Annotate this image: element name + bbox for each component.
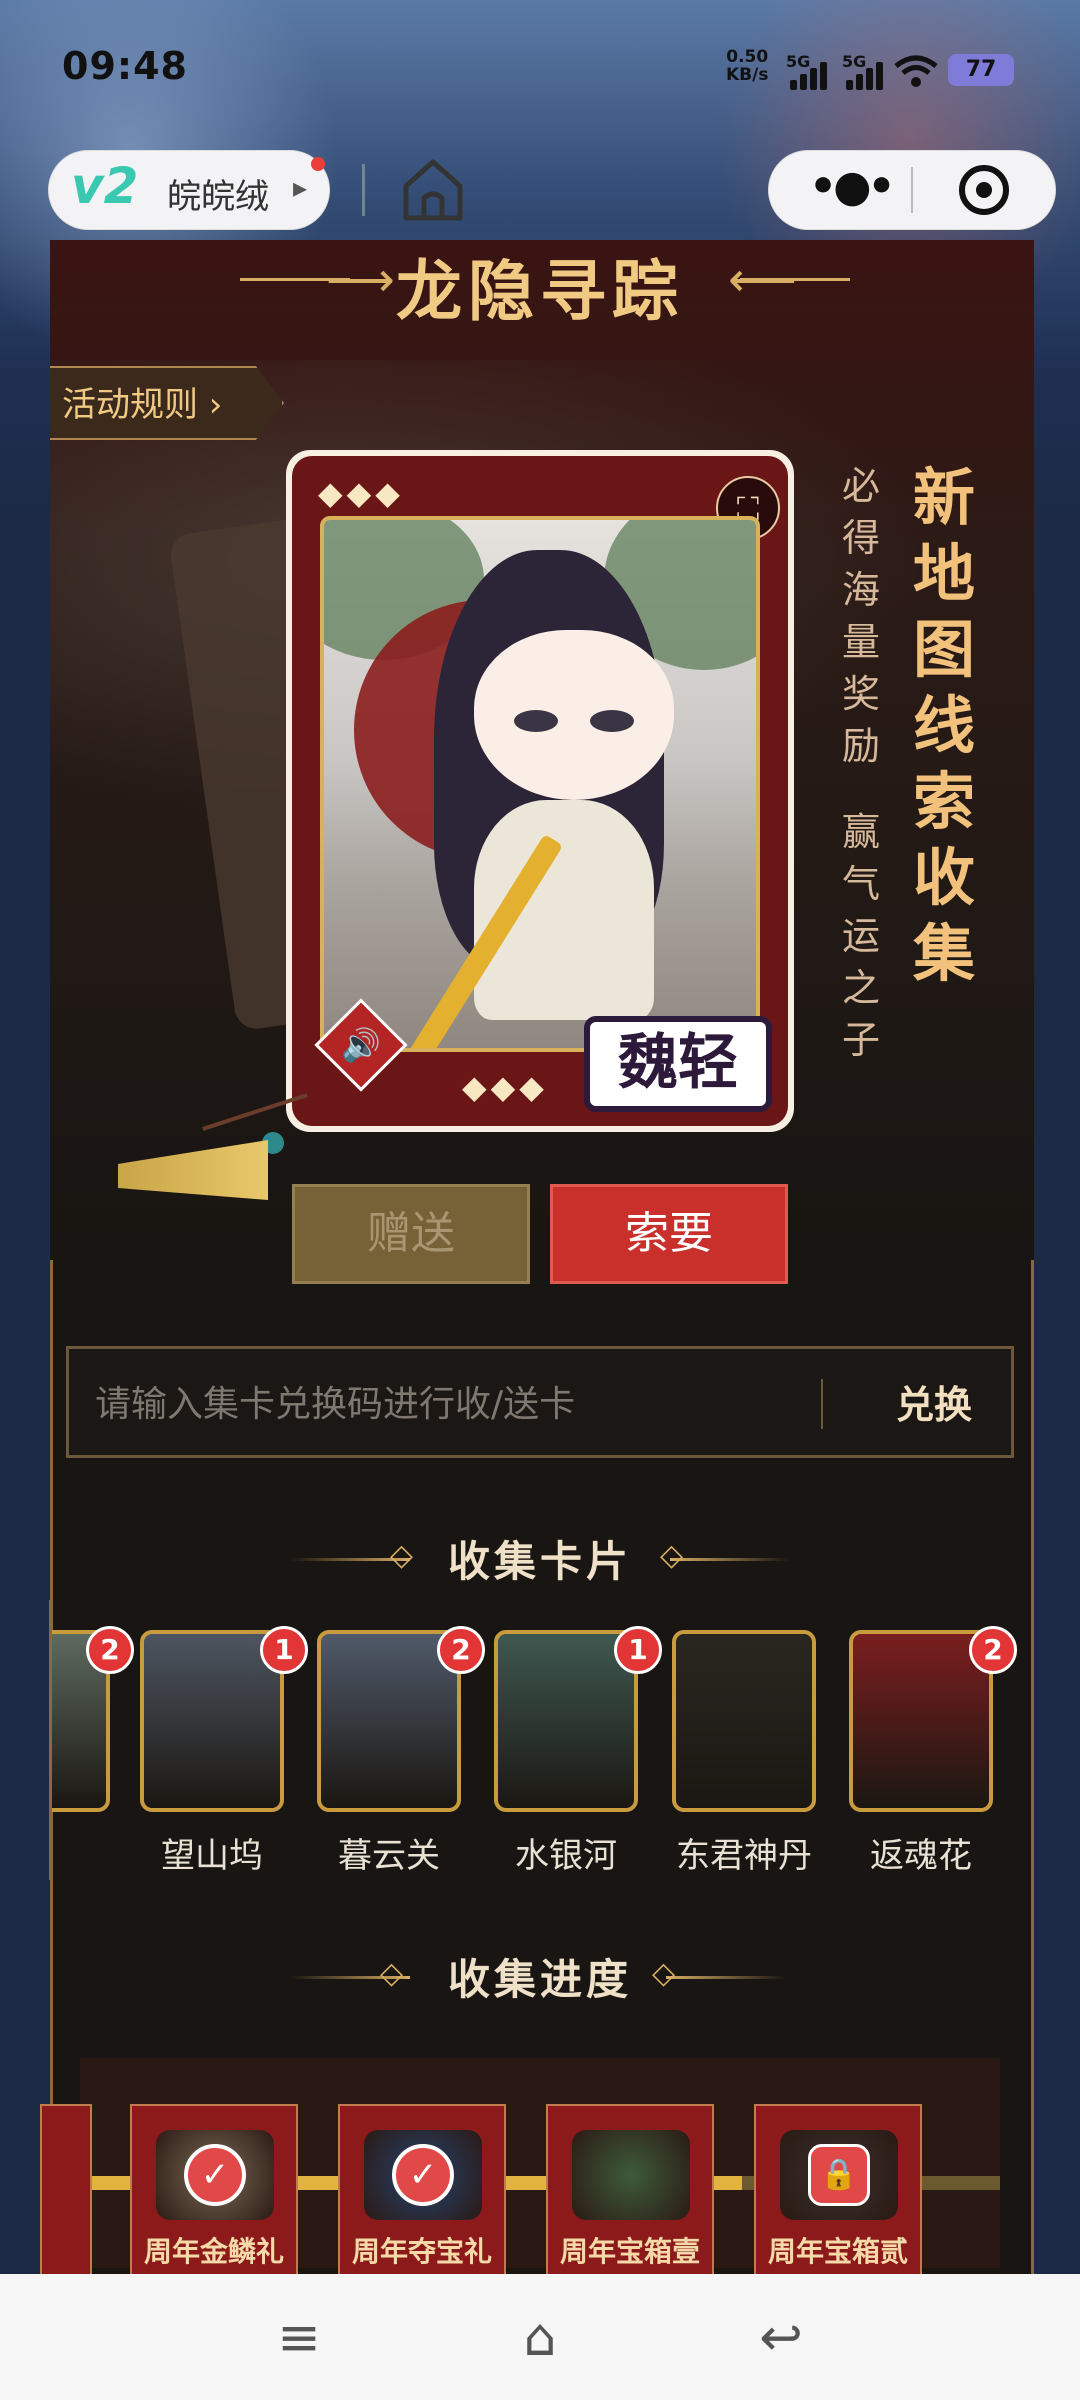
- signal-bars-2-icon: [846, 58, 892, 90]
- reward-label: 周年宝箱贰: [767, 2235, 908, 2268]
- rules-button-label: 活动规则: [62, 385, 198, 425]
- progress-section-title: 收集进度: [447, 1955, 632, 2004]
- notification-dot: [311, 157, 325, 171]
- section-line-right: [670, 1558, 790, 1561]
- panel-edge: [0, 1600, 52, 1880]
- signal-bars-1-icon: [790, 58, 836, 90]
- redeem-divider: [821, 1379, 823, 1429]
- card-diamonds-bottom: ◆◆◆: [462, 1068, 548, 1106]
- status-time: 09:48: [62, 44, 188, 88]
- reward-chest-icon: [572, 2130, 690, 2220]
- collect-card-4[interactable]: [672, 1630, 816, 1812]
- rules-button[interactable]: 活动规则 ›: [50, 366, 284, 440]
- collect-card-label: 东君神丹: [676, 1836, 812, 1876]
- card-count-badge: 2: [969, 1626, 1017, 1674]
- reward-0[interactable]: ✓ 周年金鳞礼: [130, 2104, 298, 2276]
- slogan-sub-1: 必得海量奖励: [841, 464, 880, 768]
- status-bar: 09:48 0.50 KB/s 5G 5G 77: [0, 0, 1080, 140]
- card-count-badge: 2: [437, 1626, 485, 1674]
- card-frame: ◆◆◆ ⛶ 🔊 魏轻 ◆◆◆: [292, 456, 788, 1126]
- card-illustration: [320, 516, 760, 1052]
- nav-divider: [362, 164, 365, 216]
- reward-3[interactable]: 🔒 周年宝箱贰: [754, 2104, 922, 2276]
- reward-label: 周年宝箱壹: [559, 2235, 700, 2268]
- collect-section-title: 收集卡片: [447, 1537, 632, 1586]
- app-logo: v2: [71, 157, 139, 215]
- claimed-check-icon: ✓: [392, 2144, 454, 2206]
- reward-2[interactable]: 周年宝箱壹: [546, 2104, 714, 2276]
- slogan-main: 新地图线索收集: [912, 461, 975, 990]
- back-icon[interactable]: ↩: [746, 2308, 816, 2368]
- home-nav-icon[interactable]: ⌂: [505, 2308, 575, 2368]
- reward-previous-partial: [40, 2104, 92, 2276]
- network-speed: 0.50 KB/s: [726, 47, 769, 85]
- wifi-icon: [894, 55, 938, 87]
- claimed-check-icon: ✓: [184, 2144, 246, 2206]
- card-count-badge: 2: [86, 1626, 134, 1674]
- app-switcher-pill[interactable]: v2 皖皖绒 ▸: [48, 150, 330, 230]
- page-title: 龙隐寻踪: [396, 252, 684, 330]
- reward-label: 周年夺宝礼: [351, 2235, 492, 2268]
- card-count-badge: 1: [614, 1626, 662, 1674]
- character-card[interactable]: ◆◆◆ ⛶ 🔊 魏轻 ◆◆◆: [286, 450, 794, 1132]
- home-icon[interactable]: [396, 152, 470, 226]
- target-close-icon[interactable]: [959, 165, 1009, 215]
- menu-icon[interactable]: ≡: [264, 2308, 334, 2368]
- redeem-box: 兑换: [66, 1346, 1014, 1458]
- capsule-menu: •●•: [768, 150, 1056, 230]
- redeem-button[interactable]: 兑换: [879, 1377, 989, 1433]
- gift-button[interactable]: 赠送: [292, 1184, 530, 1284]
- redeem-code-input[interactable]: [93, 1373, 867, 1435]
- slogan-sub-2: 赢气运之子: [841, 810, 880, 1062]
- battery-indicator: 77: [948, 54, 1014, 86]
- reward-1[interactable]: ✓ 周年夺宝礼: [338, 2104, 506, 2276]
- system-nav-bar: ≡ ⌂ ↩: [0, 2274, 1080, 2400]
- progress-diamond-right-icon: ◇: [652, 1956, 676, 1991]
- ask-button[interactable]: 索要: [550, 1184, 788, 1284]
- chevron-right-icon: ▸: [293, 171, 308, 204]
- lock-icon: 🔒: [808, 2144, 870, 2206]
- more-dots-icon[interactable]: •●•: [809, 161, 896, 212]
- reward-label: 周年金鳞礼: [143, 2235, 284, 2268]
- collect-card-label: 望山坞: [161, 1836, 263, 1876]
- collect-card-label: 暮云关: [338, 1836, 440, 1876]
- section-diamond-right-icon: ◇: [660, 1538, 684, 1573]
- collect-card-label: 返魂花: [870, 1836, 972, 1876]
- app-name: 皖皖绒: [167, 177, 269, 217]
- card-diamonds-top: ◆◆◆: [318, 474, 404, 512]
- capsule-divider: [911, 167, 913, 213]
- card-count-badge: 1: [260, 1626, 308, 1674]
- card-name: 魏轻: [584, 1016, 772, 1112]
- collect-card-label: 水银河: [515, 1836, 617, 1876]
- progress-line-right: [666, 1976, 786, 1979]
